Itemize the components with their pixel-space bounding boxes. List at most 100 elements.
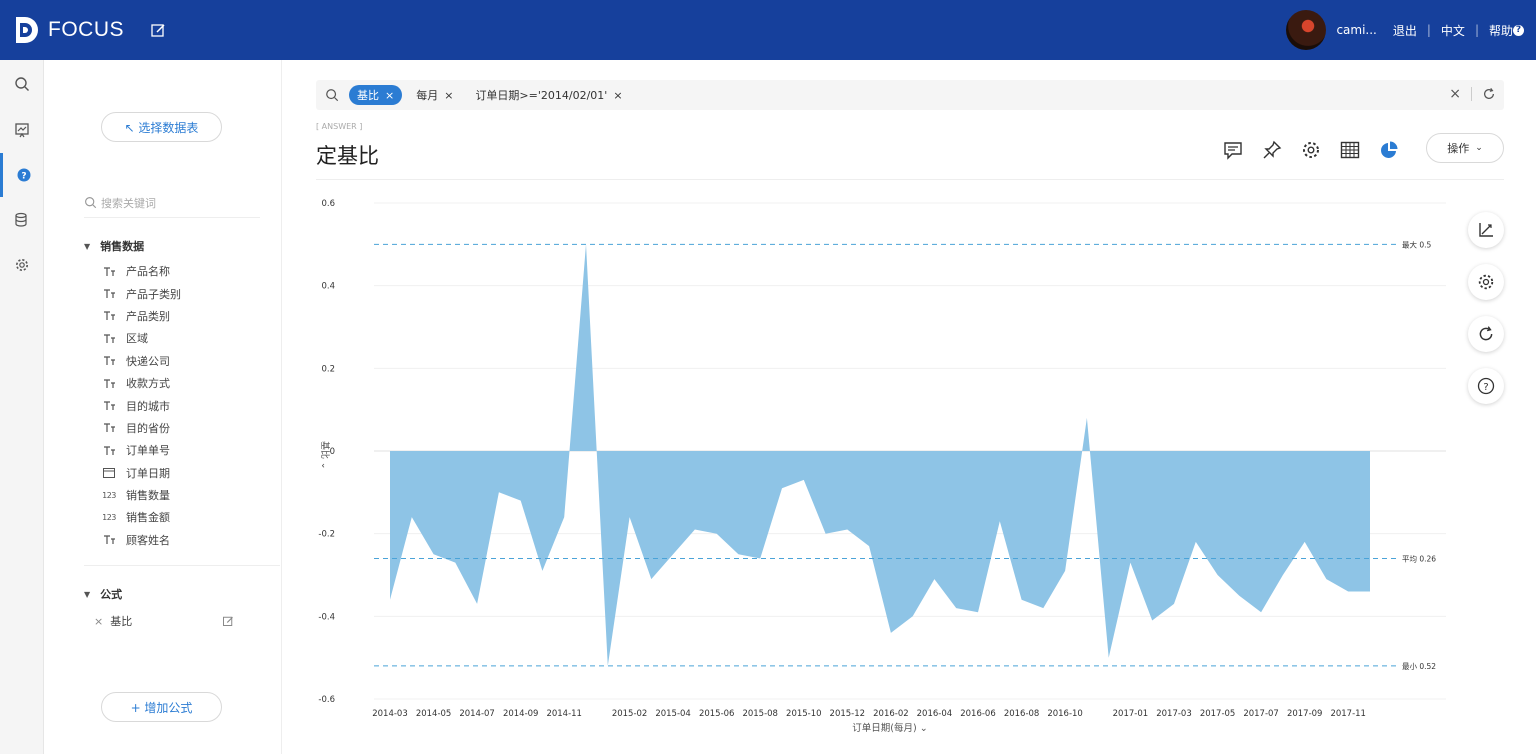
username[interactable]: cami... bbox=[1336, 23, 1376, 37]
gear-icon bbox=[1478, 274, 1494, 290]
text-field-icon bbox=[102, 444, 116, 456]
y-tick-label: -0.6 bbox=[318, 695, 335, 705]
settings-button[interactable] bbox=[1299, 138, 1323, 162]
field-item[interactable]: 目的省份 bbox=[102, 417, 181, 439]
operate-dropdown[interactable]: 操作 ⌄ bbox=[1426, 133, 1504, 163]
field-item[interactable]: 目的城市 bbox=[102, 394, 181, 416]
field-label: 快递公司 bbox=[126, 354, 170, 368]
field-item[interactable]: 顾客姓名 bbox=[102, 529, 181, 551]
x-tick-label: 2015-12 bbox=[830, 709, 866, 719]
app-logo[interactable]: FOCUS bbox=[14, 14, 124, 46]
help-icon[interactable]: ? bbox=[1513, 24, 1524, 36]
search-icon bbox=[15, 77, 29, 91]
comment-icon bbox=[1224, 142, 1242, 160]
x-tick-label: 2014-05 bbox=[416, 709, 452, 719]
search-icon bbox=[85, 197, 97, 209]
field-item[interactable]: 产品类别 bbox=[102, 305, 181, 327]
top-bar: FOCUS cami... 退出 | 中文 | 帮助 ? bbox=[0, 0, 1536, 60]
field-item[interactable]: 订单日期 bbox=[102, 462, 181, 484]
x-tick-label: 2014-09 bbox=[503, 709, 539, 719]
x-axis-label: 订单日期(每月) ⌄ bbox=[852, 722, 927, 734]
svg-text:?: ? bbox=[21, 172, 26, 182]
app-name: FOCUS bbox=[48, 18, 124, 41]
area-series bbox=[390, 244, 1370, 666]
field-item[interactable]: 快递公司 bbox=[102, 350, 181, 372]
axis-icon bbox=[1479, 223, 1493, 237]
chart-settings-button[interactable] bbox=[1468, 264, 1504, 300]
clear-icon[interactable]: × bbox=[1449, 86, 1461, 102]
table-view-button[interactable] bbox=[1338, 138, 1362, 162]
field-item[interactable]: 产品名称 bbox=[102, 260, 181, 282]
x-tick-label: 2016-02 bbox=[873, 709, 909, 719]
help-icon: ? bbox=[1477, 377, 1495, 395]
rail-settings[interactable] bbox=[0, 243, 44, 287]
x-tick-label: 2016-04 bbox=[917, 709, 953, 719]
edit-icon[interactable] bbox=[222, 615, 234, 627]
group-formula[interactable]: ▼ 公式 bbox=[84, 586, 122, 602]
caret-down-icon: ▼ bbox=[84, 589, 91, 599]
field-label: 目的城市 bbox=[126, 399, 170, 413]
rail-database[interactable] bbox=[0, 198, 44, 242]
x-tick-label: 2016-06 bbox=[960, 709, 996, 719]
x-tick-label: 2017-05 bbox=[1200, 709, 1236, 719]
x-tick-label: 2015-10 bbox=[786, 709, 822, 719]
rail-dashboard[interactable] bbox=[0, 108, 44, 152]
user-area: cami... 退出 | 中文 | 帮助 ? bbox=[1286, 10, 1524, 50]
group-formula-label: 公式 bbox=[100, 588, 123, 601]
remove-token-icon[interactable]: × bbox=[613, 89, 622, 102]
language-link[interactable]: 中文 bbox=[1441, 22, 1465, 39]
divider bbox=[84, 565, 280, 566]
y-axis: 0.6 0.4 0.2 0 -0.2 -0.4 -0.6 基比 ⌄ bbox=[318, 199, 335, 705]
avatar[interactable] bbox=[1286, 10, 1327, 50]
field-item[interactable]: 收款方式 bbox=[102, 372, 181, 394]
reference-line-label: 最大 0.5 bbox=[1402, 239, 1432, 249]
pin-button[interactable] bbox=[1260, 138, 1284, 162]
axis-button[interactable] bbox=[1468, 212, 1504, 248]
edit-icon[interactable] bbox=[150, 22, 166, 38]
logout-link[interactable]: 退出 bbox=[1393, 22, 1417, 39]
x-tick-label: 2015-04 bbox=[655, 709, 691, 719]
formula-item[interactable]: × 基比 bbox=[94, 613, 234, 629]
group-sales[interactable]: ▼ 销售数据 bbox=[84, 238, 144, 254]
database-icon bbox=[15, 212, 27, 227]
x-tick-label: 2017-09 bbox=[1287, 709, 1323, 719]
field-item[interactable]: 产品子类别 bbox=[102, 282, 181, 304]
field-item[interactable]: 订单单号 bbox=[102, 439, 181, 461]
search-token[interactable]: 订单日期>='2014/02/01' × bbox=[467, 85, 630, 105]
add-formula-button[interactable]: + 增加公式 bbox=[101, 692, 222, 722]
y-tick-label: -0.4 bbox=[318, 612, 335, 622]
text-field-icon bbox=[102, 355, 116, 367]
text-field-icon bbox=[102, 534, 116, 546]
remove-token-icon[interactable]: × bbox=[385, 89, 394, 102]
x-tick-label: 2015-02 bbox=[612, 709, 648, 719]
help-link[interactable]: 帮助 bbox=[1489, 22, 1513, 39]
text-field-icon bbox=[102, 400, 116, 412]
rail-search[interactable] bbox=[0, 62, 44, 106]
chart-help-button[interactable]: ? bbox=[1468, 368, 1504, 404]
field-item[interactable]: 区域 bbox=[102, 327, 181, 349]
comment-button[interactable] bbox=[1221, 138, 1245, 162]
y-tick-label: -0.2 bbox=[318, 530, 335, 540]
reference-line-label: 最小 0.52 bbox=[1402, 662, 1436, 671]
refresh-icon[interactable] bbox=[1482, 87, 1496, 101]
close-icon[interactable]: × bbox=[94, 615, 103, 628]
reload-button[interactable] bbox=[1468, 316, 1504, 352]
text-field-icon bbox=[102, 377, 116, 389]
rail-help[interactable]: ? bbox=[0, 153, 44, 197]
remove-token-icon[interactable]: × bbox=[444, 89, 453, 102]
x-tick-label: 2015-08 bbox=[742, 709, 778, 719]
x-tick-label: 2017-03 bbox=[1156, 709, 1192, 719]
field-label: 区域 bbox=[126, 332, 148, 346]
text-field-icon bbox=[102, 265, 116, 277]
field-label: 目的省份 bbox=[126, 421, 170, 435]
field-search[interactable]: 搜索关键词 bbox=[84, 188, 260, 218]
search-bar[interactable]: 基比 × 每月 × 订单日期>='2014/02/01' × × bbox=[316, 80, 1504, 110]
search-token[interactable]: 基比 × bbox=[349, 85, 403, 105]
chart-view-button[interactable] bbox=[1377, 138, 1401, 162]
select-table-button[interactable]: ↖ 选择数据表 bbox=[101, 112, 222, 142]
search-token[interactable]: 每月 × bbox=[408, 85, 461, 105]
field-item[interactable]: 123 销售金额 bbox=[102, 506, 181, 528]
chevron-down-icon: ⌄ bbox=[1475, 143, 1483, 153]
field-list: 产品名称 产品子类别 产品类别 区域 快递公司 收款方式 目的城市 目的省份 订单单号 订单日期 1… bbox=[102, 260, 181, 551]
field-item[interactable]: 123 销售数量 bbox=[102, 484, 181, 506]
